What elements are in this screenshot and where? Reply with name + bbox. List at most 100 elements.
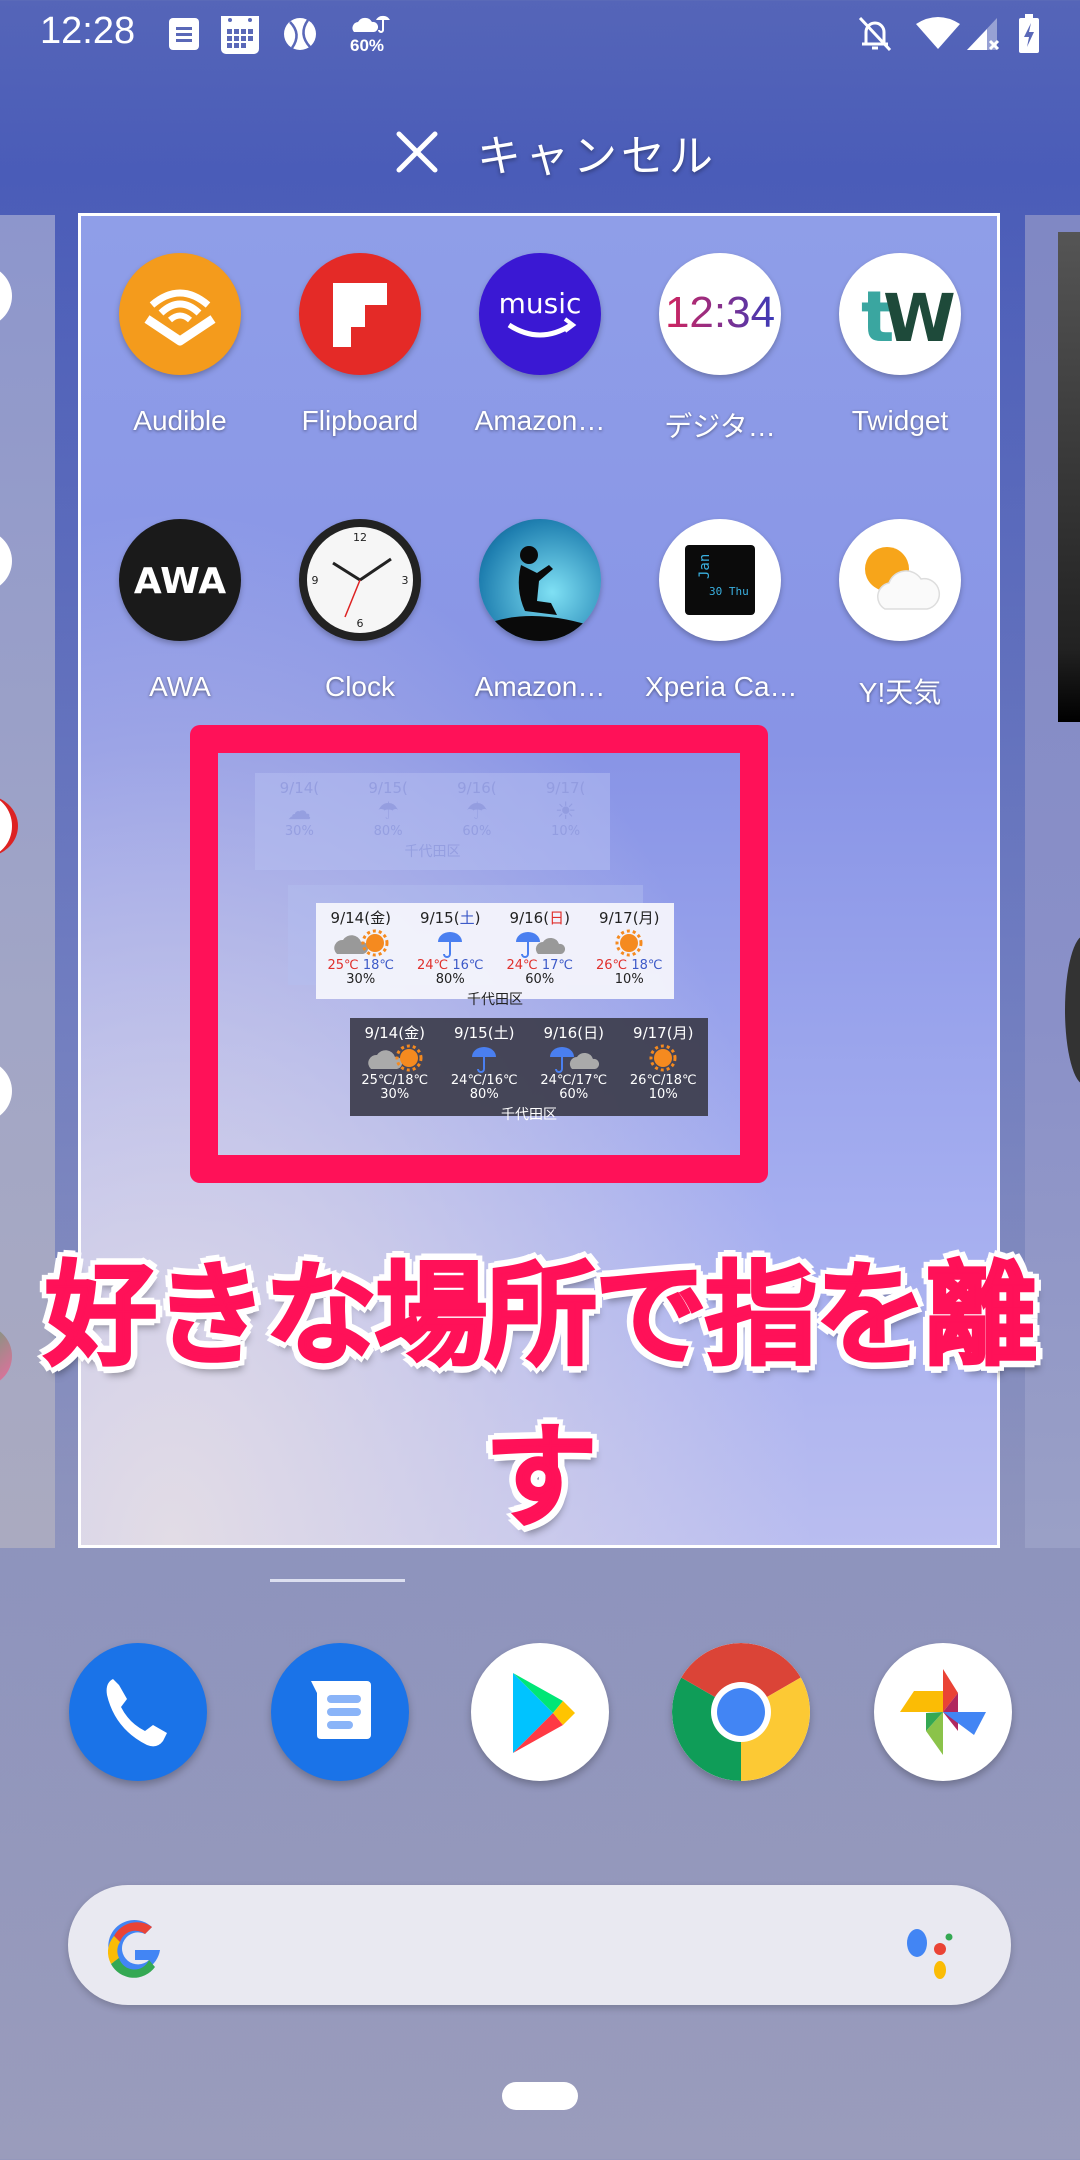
twidget-icon: t W (839, 253, 961, 375)
awa-icon: AWA (119, 519, 241, 641)
app-awa[interactable]: AWA AWA (105, 519, 255, 703)
weather-widget-dark[interactable]: 9/14(金) 25℃/18℃ 30% 9/15(土) 24℃/16℃ 80% … (350, 1018, 708, 1123)
widget-partial (1065, 935, 1080, 1085)
xperia-calendar-icon: Jan 30 Thu (659, 519, 781, 641)
svg-text:30 Thu: 30 Thu (709, 585, 749, 598)
audible-icon (119, 253, 241, 375)
dock-google-photos[interactable] (874, 1643, 1012, 1781)
google-search-bar[interactable] (68, 1885, 1011, 2005)
app-label: デジタ… (664, 411, 776, 442)
rain-then-cloudy-icon (549, 1047, 599, 1073)
rain-then-cloudy-icon (515, 932, 565, 958)
flipboard-icon (299, 253, 421, 375)
instruction-caption: 好きな場所で指を離す (44, 1250, 1039, 1545)
weather-widget-light[interactable]: 9/14(金) 25℃ 18℃ 30% 9/15(土) 24℃ 16℃ 80% … (316, 903, 674, 1008)
app-flipboard[interactable]: Flipboard (285, 253, 435, 437)
cloudy-then-sunny-icon (333, 929, 389, 957)
cancel-label: キャンセル (477, 131, 717, 182)
rain-umbrella-icon (472, 1047, 497, 1073)
sun-icon: ☀ (554, 797, 577, 825)
forecast-day: 9/15(土) 24℃/16℃ 80% (450, 1024, 518, 1102)
widget-location: 千代田区 (404, 844, 461, 860)
page-indicator (270, 1579, 405, 1582)
weather-rain-chance: 60% (350, 36, 385, 55)
dock-messages[interactable] (271, 1643, 409, 1781)
widget-drop-preview: 9/14(☁ 30% 9/15(☂ 80% 9/16(☂ 60% 9/17(☀ 10% … (255, 773, 610, 870)
forecast-day: 9/14(☁ 30% (279, 779, 320, 839)
svg-text:3: 3 (402, 574, 409, 587)
chrome-icon (672, 1643, 810, 1781)
app-label: Amazon… (474, 671, 606, 702)
umbrella-cloud-icon: ☂ (466, 797, 488, 825)
app-twidget[interactable]: t W Twidget (825, 253, 975, 437)
weather-umbrella-icon (352, 15, 390, 33)
battery-charging-icon (1019, 14, 1039, 53)
sunny-icon (615, 929, 643, 957)
dock-play-store[interactable] (471, 1643, 609, 1781)
app-icon-partial (0, 530, 12, 592)
sunny-icon (649, 1044, 677, 1072)
rain-umbrella-icon (438, 932, 463, 958)
google-photos-icon (900, 1669, 986, 1755)
app-kindle[interactable]: Amazon… (465, 519, 615, 703)
app-audible[interactable]: Audible (105, 253, 255, 437)
svg-text:12:34: 12:34 (665, 288, 775, 337)
cloudy-then-sunny-icon (367, 1044, 423, 1072)
forecast-day: 9/17(月) 26℃ 18℃ 10% (596, 909, 663, 987)
cloudy-sunny-icon: ☁ (287, 797, 312, 825)
play-store-icon (513, 1673, 575, 1753)
kindle-icon (479, 519, 601, 641)
widget-partial (1058, 232, 1080, 722)
forecast-day: 9/17(☀ 10% (545, 779, 586, 839)
cell-signal-no-service-icon (967, 18, 1000, 51)
app-label: Audible (133, 405, 227, 436)
digital-clock-icon: 12:34 (659, 253, 781, 375)
app-label: Amazon… (474, 405, 606, 436)
dnd-bell-off-icon (858, 16, 892, 52)
app-label: Twidget (851, 405, 949, 436)
notes-icon (169, 18, 199, 50)
google-g-icon (107, 1920, 160, 1978)
analog-clock-icon: 12 6 9 3 (299, 519, 421, 641)
app-yahoo-weather[interactable]: Y!天気 (825, 519, 975, 711)
svg-text:Jan: Jan (697, 554, 713, 579)
app-label: Clock (324, 671, 395, 702)
forecast-day: 9/17(月) 26℃/18℃ 10% (629, 1024, 697, 1102)
app-label: Xperia Ca… (645, 671, 798, 702)
home-gesture-pill[interactable] (502, 2082, 578, 2110)
widget-location: 千代田区 (467, 992, 523, 1008)
forecast-day: 9/16(日) 24℃/17℃ 60% (540, 1024, 608, 1102)
svg-text:12: 12 (353, 531, 367, 544)
dock-chrome[interactable] (672, 1643, 810, 1781)
wifi-icon (916, 17, 960, 49)
close-icon (396, 131, 438, 173)
google-assistant-icon (907, 1929, 953, 1979)
app-icon-partial (0, 265, 12, 327)
umbrella-icon: ☂ (377, 797, 399, 825)
dock-phone[interactable] (69, 1643, 207, 1781)
forecast-day: 9/15(☂ 80% (368, 779, 408, 839)
svg-text:6: 6 (357, 617, 364, 630)
app-label: Y!天気 (858, 677, 942, 708)
forecast-day: 9/14(金) 25℃/18℃ 30% (361, 1024, 429, 1102)
app-icon-partial (0, 1060, 12, 1122)
app-label: Flipboard (301, 405, 419, 436)
svg-text:AWA: AWA (134, 561, 226, 602)
app-xperia-calendar[interactable]: Jan 30 Thu Xperia Ca… (645, 519, 798, 703)
forecast-day: 9/16(☂ 60% (457, 779, 497, 839)
yahoo-weather-icon (839, 519, 961, 641)
app-icon-partial (0, 795, 18, 857)
amazon-music-icon: music (479, 253, 601, 375)
forecast-day: 9/16(日) 24℃ 17℃ 60% (506, 909, 573, 987)
cancel-button[interactable]: キャンセル (395, 120, 717, 184)
forecast-day: 9/14(金) 25℃ 18℃ 30% (327, 909, 394, 987)
app-amazon-music[interactable]: music Amazon… (465, 253, 615, 437)
widget-location: 千代田区 (501, 1107, 557, 1123)
phone-icon (106, 1679, 167, 1747)
calendar-icon (221, 16, 259, 54)
svg-text:music: music (499, 287, 582, 320)
app-clock[interactable]: 12 6 9 3 Clock (285, 519, 435, 703)
app-digital-clock[interactable]: 12:34 デジタ… (645, 253, 795, 445)
forecast-day: 9/15(土) 24℃ 16℃ 80% (417, 909, 484, 987)
tennis-ball-icon (284, 18, 316, 50)
